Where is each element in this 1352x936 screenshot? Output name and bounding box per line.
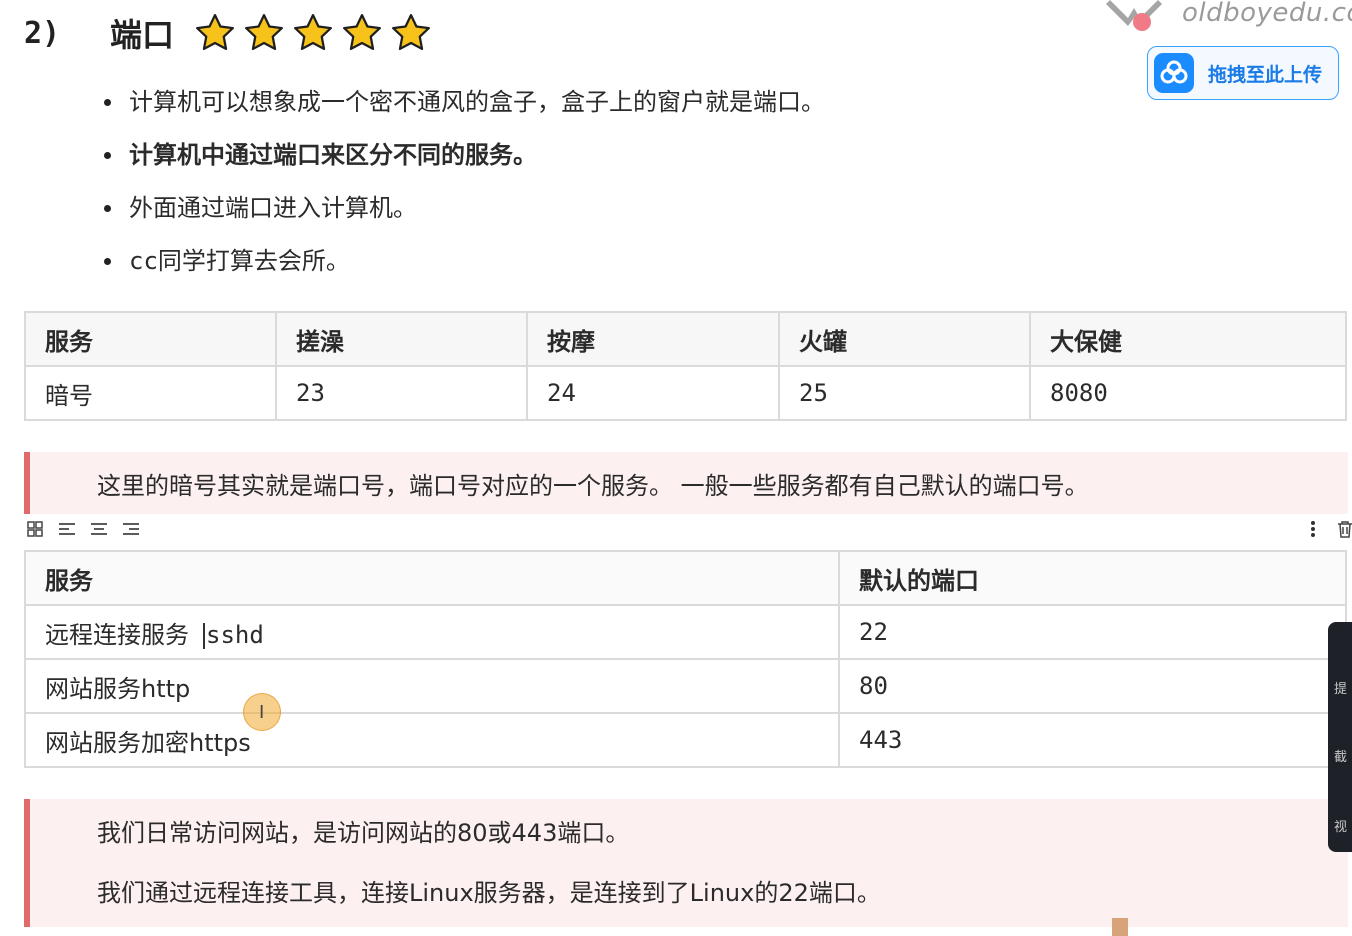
table-header-cell[interactable]: 火罐 <box>778 311 1031 367</box>
section-title: 端口 <box>110 16 175 54</box>
callout-text: 这里的暗号其实就是端口号，端口号对应的一个服务。 一般一些服务都有自己默认的端口… <box>97 472 1089 500</box>
table-header-cell[interactable]: 大保健 <box>1029 311 1347 367</box>
table-header-cell[interactable]: 按摩 <box>526 311 780 367</box>
list-item: 外面通过端口进入计算机。 <box>100 186 825 239</box>
callout-text: 我们通过远程连接工具，连接Linux服务器，是连接到了Linux的22端口。 <box>97 879 881 907</box>
table-header-cell[interactable]: 搓澡 <box>275 311 528 367</box>
codename-table: 服务 搓澡 按摩 火罐 大保健 暗号 23 24 25 8080 <box>24 311 1347 421</box>
side-toolbar[interactable]: 提 截 视 <box>1328 622 1352 852</box>
cloud-icon <box>1154 53 1194 93</box>
text-cursor-icon: I <box>259 702 265 723</box>
table-cell[interactable]: 443 <box>838 712 1347 768</box>
table-row: 暗号 23 24 25 8080 <box>24 365 1347 421</box>
star-icon <box>245 14 284 51</box>
list-item: 计算机可以想象成一个密不通风的盒子，盒子上的窗户就是端口。 <box>100 80 825 133</box>
align-right-icon[interactable] <box>122 520 140 538</box>
table-cell[interactable]: 25 <box>778 365 1031 421</box>
text-cursor <box>203 622 205 649</box>
side-toolbar-label[interactable]: 提 <box>1334 678 1347 697</box>
default-ports-table: 服务 默认的端口 远程连接服务 sshd 22 网站服务http 80 网站服务加… <box>24 550 1347 768</box>
list-item: cc同学打算去会所。 <box>100 239 825 292</box>
grid-icon[interactable] <box>26 520 44 538</box>
table-header-cell[interactable]: 服务 <box>24 550 840 606</box>
trash-icon[interactable] <box>1336 520 1352 538</box>
bullet-dot <box>104 205 111 212</box>
table-cell[interactable]: 8080 <box>1029 365 1347 421</box>
callout-note: 这里的暗号其实就是端口号，端口号对应的一个服务。 一般一些服务都有自己默认的端口… <box>24 452 1348 514</box>
watermark-logo-icon <box>1106 0 1162 31</box>
watermark-text: oldboyedu.co <box>1182 0 1352 28</box>
table-header-row: 服务 默认的端口 <box>24 550 1347 606</box>
side-toolbar-label[interactable]: 截 <box>1334 746 1347 765</box>
table-row: 远程连接服务 sshd 22 <box>24 604 1347 660</box>
table-header-cell[interactable]: 默认的端口 <box>838 550 1347 606</box>
table-toolbar-actions <box>1304 520 1352 538</box>
star-icon <box>294 14 333 51</box>
table-cell[interactable]: 22 <box>838 604 1347 660</box>
align-center-icon[interactable] <box>90 520 108 538</box>
table-cell[interactable]: 远程连接服务 sshd <box>24 604 840 660</box>
more-icon[interactable] <box>1304 520 1322 538</box>
table-row: 网站服务http 80 <box>24 658 1347 714</box>
bullet-dot <box>104 152 111 159</box>
bullet-dot <box>104 258 111 265</box>
table-cell[interactable]: 网站服务加密https <box>24 712 840 768</box>
table-cell[interactable]: 网站服务http <box>24 658 840 714</box>
taskbar-fragment <box>1112 918 1128 936</box>
table-toolbar <box>26 520 140 538</box>
table-header-cell[interactable]: 服务 <box>24 311 277 367</box>
star-icon <box>196 14 235 51</box>
star-icon <box>392 14 431 51</box>
star-rating <box>194 12 432 54</box>
table-cell[interactable]: 23 <box>275 365 528 421</box>
bullet-list: 计算机可以想象成一个密不通风的盒子，盒子上的窗户就是端口。 计算机中通过端口来区… <box>100 80 825 292</box>
section-number: 2) <box>24 15 61 51</box>
star-icon <box>343 14 382 51</box>
upload-button-label: 拖拽至此上传 <box>1208 63 1323 86</box>
table-cell[interactable]: 24 <box>526 365 780 421</box>
callout-text: 我们日常访问网站，是访问网站的80或443端口。 <box>97 819 630 847</box>
table-row: 网站服务加密https 443 <box>24 712 1347 768</box>
list-item: 计算机中通过端口来区分不同的服务。 <box>100 133 825 186</box>
table-cell[interactable]: 80 <box>838 658 1347 714</box>
align-left-icon[interactable] <box>58 520 76 538</box>
table-cell[interactable]: 暗号 <box>24 365 277 421</box>
table-header-row: 服务 搓澡 按摩 火罐 大保健 <box>24 311 1347 367</box>
side-toolbar-label[interactable]: 视 <box>1334 816 1347 835</box>
callout-note: 我们日常访问网站，是访问网站的80或443端口。 我们通过远程连接工具，连接Li… <box>24 799 1348 927</box>
section-heading: 2) 端口 <box>24 8 432 58</box>
upload-button[interactable]: 拖拽至此上传 <box>1147 46 1339 100</box>
bullet-dot <box>104 99 111 106</box>
